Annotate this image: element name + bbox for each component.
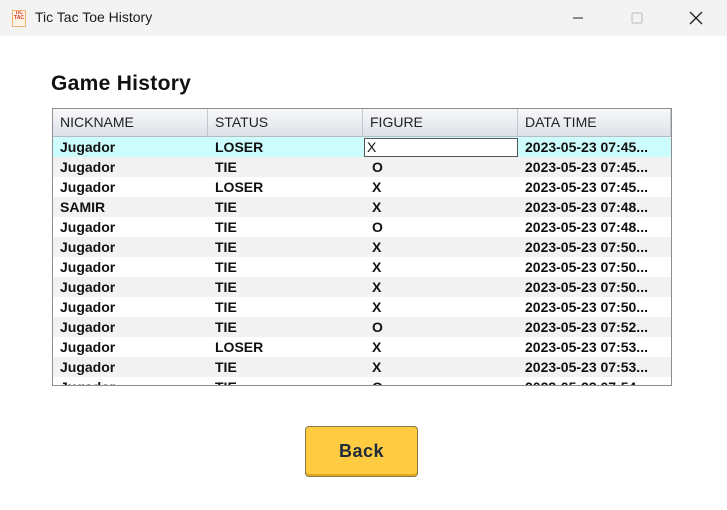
cell-datetime[interactable]: 2023-05-23 07:54... [518, 377, 671, 385]
table-row[interactable]: Jugador LOSER X 2023-05-23 07:45... [53, 137, 671, 157]
column-header-nickname[interactable]: NICKNAME [53, 109, 208, 136]
minimize-button[interactable] [555, 0, 601, 36]
table-row[interactable]: Jugador TIE O 2023-05-23 07:45... [53, 157, 671, 177]
cell-nickname[interactable]: Jugador [53, 277, 208, 297]
minimize-icon [573, 17, 583, 19]
table-row[interactable]: Jugador TIE X 2023-05-23 07:50... [53, 277, 671, 297]
cell-figure[interactable]: X [363, 357, 518, 377]
cell-nickname[interactable]: Jugador [53, 157, 208, 177]
cell-figure[interactable]: X [363, 177, 518, 197]
cell-status[interactable]: TIE [208, 257, 363, 277]
cell-datetime[interactable]: 2023-05-23 07:50... [518, 277, 671, 297]
cell-nickname[interactable]: Jugador [53, 297, 208, 317]
table-row[interactable]: Jugador TIE O 2023-05-23 07:52... [53, 317, 671, 337]
table-row[interactable]: Jugador TIE X 2023-05-23 07:50... [53, 237, 671, 257]
back-button[interactable]: Back [305, 426, 418, 477]
table-row[interactable]: Jugador LOSER X 2023-05-23 07:53... [53, 337, 671, 357]
close-icon [689, 11, 703, 25]
cell-status[interactable]: TIE [208, 377, 363, 385]
history-table[interactable]: NICKNAME STATUS FIGURE DATA TIME Jugador LOS… [52, 108, 672, 386]
cell-datetime[interactable]: 2023-05-23 07:48... [518, 217, 671, 237]
cell-nickname[interactable]: Jugador [53, 317, 208, 337]
cell-nickname[interactable]: Jugador [53, 257, 208, 277]
column-header-figure[interactable]: FIGURE [363, 109, 518, 136]
cell-figure[interactable]: O [363, 377, 518, 385]
cell-status[interactable]: LOSER [208, 177, 363, 197]
cell-figure[interactable]: X [363, 337, 518, 357]
cell-figure[interactable]: X [363, 197, 518, 217]
cell-figure[interactable]: X [363, 297, 518, 317]
maximize-button[interactable] [614, 0, 660, 36]
cell-nickname[interactable]: SAMIR [53, 197, 208, 217]
cell-figure[interactable]: O [363, 217, 518, 237]
table-row[interactable]: Jugador LOSER X 2023-05-23 07:45... [53, 177, 671, 197]
close-button[interactable] [673, 0, 719, 36]
cell-status[interactable]: TIE [208, 197, 363, 217]
cell-datetime[interactable]: 2023-05-23 07:53... [518, 357, 671, 377]
column-header-datetime[interactable]: DATA TIME [518, 109, 671, 136]
cell-figure[interactable]: X [363, 257, 518, 277]
table-row[interactable]: JugadorTIEO2023-05-23 07:54... [53, 377, 671, 385]
maximize-icon [631, 12, 643, 24]
cell-status[interactable]: TIE [208, 357, 363, 377]
window-title: Tic Tac Toe History [35, 9, 153, 25]
page-title: Game History [51, 72, 192, 95]
cell-datetime[interactable]: 2023-05-23 07:53... [518, 337, 671, 357]
cell-nickname[interactable]: Jugador [53, 377, 208, 385]
cell-status[interactable]: TIE [208, 317, 363, 337]
cell-nickname[interactable]: Jugador [53, 237, 208, 257]
table-header: NICKNAME STATUS FIGURE DATA TIME [53, 109, 671, 137]
cell-figure[interactable]: X [363, 237, 518, 257]
table-body[interactable]: Jugador LOSER X 2023-05-23 07:45... Jugador T… [53, 137, 671, 385]
cell-datetime[interactable]: 2023-05-23 07:50... [518, 237, 671, 257]
cell-status[interactable]: TIE [208, 297, 363, 317]
table-row[interactable]: Jugador TIE X 2023-05-23 07:50... [53, 257, 671, 277]
cell-status[interactable]: TIE [208, 217, 363, 237]
cell-nickname[interactable]: Jugador [53, 357, 208, 377]
cell-status[interactable]: LOSER [208, 337, 363, 357]
cell-datetime[interactable]: 2023-05-23 07:48... [518, 197, 671, 217]
table-row[interactable]: SAMIR TIE X 2023-05-23 07:48... [53, 197, 671, 217]
cell-datetime[interactable]: 2023-05-23 07:50... [518, 297, 671, 317]
cell-figure[interactable]: X [363, 277, 518, 297]
cell-figure[interactable]: O [363, 157, 518, 177]
column-header-status[interactable]: STATUS [208, 109, 363, 136]
table-row[interactable]: Jugador TIE X 2023-05-23 07:53... [53, 357, 671, 377]
cell-nickname[interactable]: Jugador [53, 337, 208, 357]
cell-datetime[interactable]: 2023-05-23 07:52... [518, 317, 671, 337]
table-row[interactable]: Jugador TIE X 2023-05-23 07:50... [53, 297, 671, 317]
cell-status[interactable]: TIE [208, 237, 363, 257]
cell-status[interactable]: LOSER [208, 137, 363, 157]
cell-status[interactable]: TIE [208, 157, 363, 177]
cell-nickname[interactable]: Jugador [53, 177, 208, 197]
figure-edit-field[interactable]: X [364, 138, 518, 157]
table-row[interactable]: Jugador TIE O 2023-05-23 07:48... [53, 217, 671, 237]
cell-datetime[interactable]: 2023-05-23 07:45... [518, 137, 671, 157]
cell-status[interactable]: TIE [208, 277, 363, 297]
cell-datetime[interactable]: 2023-05-23 07:45... [518, 177, 671, 197]
cell-nickname[interactable]: Jugador [53, 217, 208, 237]
cell-nickname[interactable]: Jugador [53, 137, 208, 157]
title-bar: TIC TAC Tic Tac Toe History [0, 0, 727, 36]
cell-datetime[interactable]: 2023-05-23 07:50... [518, 257, 671, 277]
cell-datetime[interactable]: 2023-05-23 07:45... [518, 157, 671, 177]
cell-figure[interactable]: O [363, 317, 518, 337]
tic-tac-toe-app-icon: TIC TAC [12, 10, 26, 27]
